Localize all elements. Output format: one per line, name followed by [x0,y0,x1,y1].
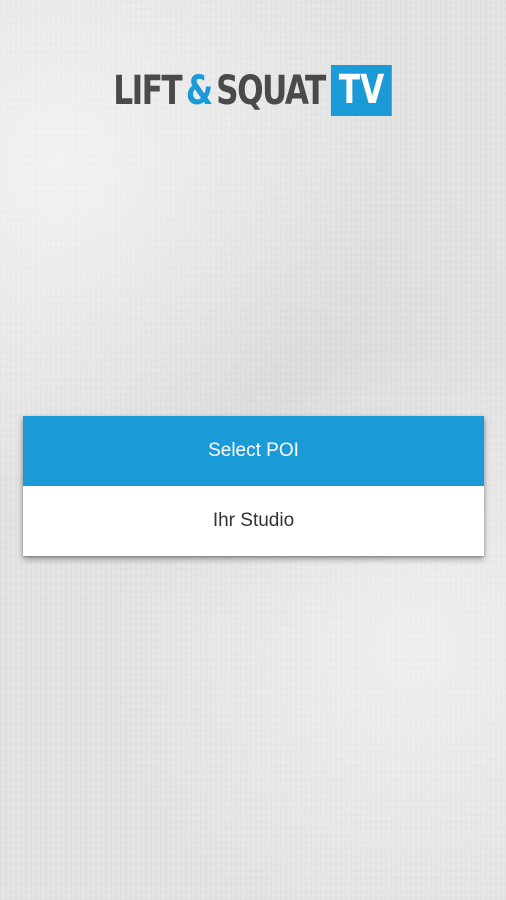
logo-tv-badge: TV [331,65,393,116]
logo-word-lift: LIFT [113,67,183,114]
logo-wordmark: LIFT & SQUAT TV [114,65,393,116]
logo-word-squat: SQUAT [216,67,326,114]
poi-option-ihr-studio[interactable]: Ihr Studio [23,486,484,556]
app-logo: LIFT & SQUAT TV [0,64,506,117]
logo-ampersand: & [186,67,213,114]
select-poi-dialog: Select POI Ihr Studio [23,416,484,556]
dialog-title: Select POI [23,416,484,486]
